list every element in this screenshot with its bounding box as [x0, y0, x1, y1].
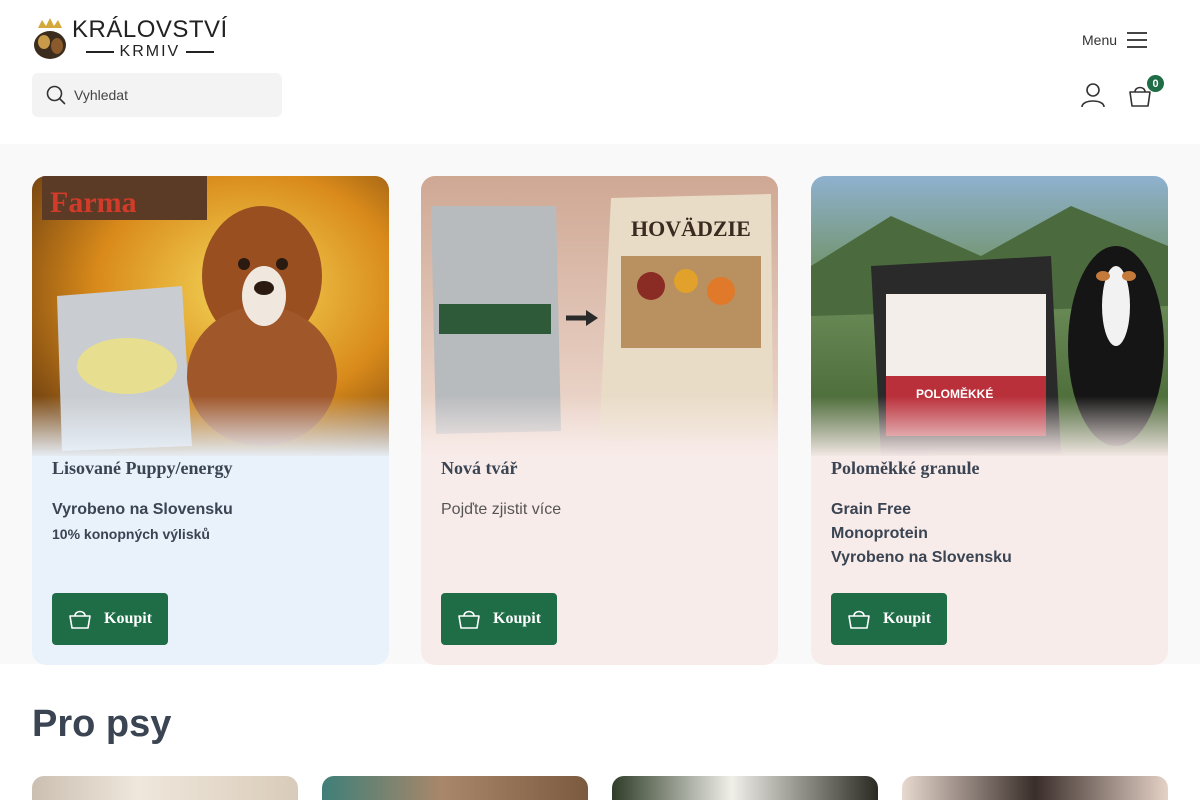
user-icon[interactable] [1080, 82, 1106, 108]
basket-icon [69, 610, 91, 629]
buy-button-label: Koupit [104, 610, 153, 627]
basket-icon [848, 610, 870, 629]
search-box[interactable] [32, 73, 282, 117]
buy-button-label: Koupit [883, 610, 932, 627]
card-features: Vyrobeno na Slovensku 10% konopných výli… [52, 498, 233, 546]
buy-button-label: Koupit [493, 610, 542, 627]
logo-wordmark: KRÁLOVSTVÍ KRMIV [72, 15, 228, 61]
hamburger-icon [1127, 32, 1148, 48]
logo-line-2: KRMIV [119, 42, 181, 60]
menu-button[interactable]: Menu [1082, 26, 1148, 54]
buy-button[interactable]: Koupit [441, 593, 557, 645]
card-feature: Vyrobeno na Slovensku [52, 501, 233, 518]
menu-label: Menu [1082, 32, 1118, 48]
logo-line-1: KRÁLOVSTVÍ [72, 15, 228, 43]
site-logo[interactable]: KRÁLOVSTVÍ KRMIV [32, 16, 227, 62]
category-thumbnail[interactable] [32, 776, 298, 800]
search-icon [46, 85, 66, 105]
buy-button[interactable]: Koupit [831, 593, 947, 645]
card-feature: Pojďte zjistit více [441, 501, 562, 518]
card-title: Lisované Puppy/energy [52, 458, 233, 478]
category-thumbnail[interactable] [612, 776, 878, 800]
promo-card-puppy[interactable]: Farma Lisované Puppy/energy Vyrobeno na … [32, 176, 389, 665]
card-features: Pojďte zjistit více [441, 498, 561, 522]
site-header: KRÁLOVSTVÍ KRMIV Menu 0 [0, 0, 1200, 144]
category-thumbnail[interactable] [322, 776, 588, 800]
card-feature: Grain Free [831, 501, 912, 518]
card-title: Nová tvář [441, 458, 518, 478]
section-title: Pro psy [32, 703, 172, 745]
card-feature: Monoprotein [831, 525, 928, 542]
card-feature: Vyrobeno na Slovensku [831, 549, 1012, 566]
buy-button[interactable]: Koupit [52, 593, 168, 645]
search-input[interactable] [74, 87, 254, 103]
basket-icon [458, 610, 480, 629]
svg-text:Farma: Farma [50, 186, 137, 219]
svg-text:HOVÄDZIE: HOVÄDZIE [631, 216, 751, 241]
crown-animal-logo-icon [32, 18, 68, 60]
promo-card-semi-moist[interactable]: POLOMĚKKÉ Poloměkké granule Grain Free M… [811, 176, 1168, 665]
category-thumbnail[interactable] [902, 776, 1168, 800]
cart-count-badge: 0 [1147, 75, 1164, 92]
card-features: Grain Free Monoprotein Vyrobeno na Slove… [831, 498, 1012, 570]
card-feature: 10% konopných výlisků [52, 526, 210, 542]
card-title: Poloměkké granule [831, 458, 980, 478]
promo-card-new-look[interactable]: HOVÄDZIE Nová tvář Pojďte zjistit více K… [421, 176, 778, 665]
